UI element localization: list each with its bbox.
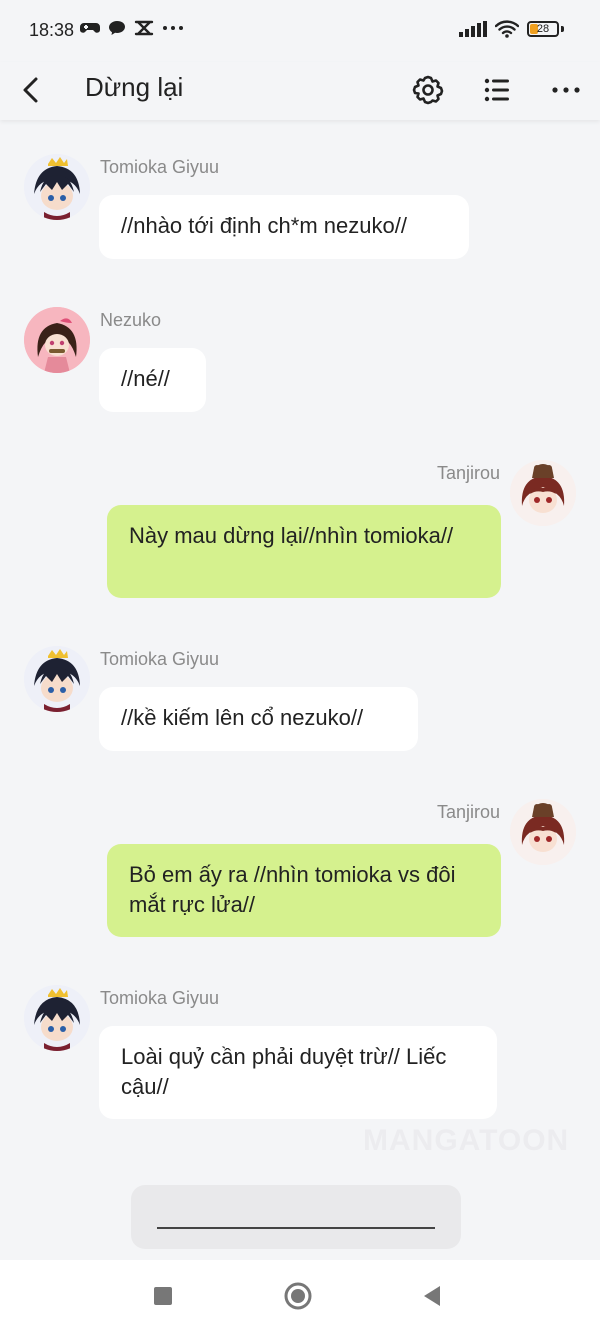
home-circle-icon (284, 1282, 312, 1310)
nezuko-avatar-icon (24, 307, 90, 373)
recents-square-icon (154, 1287, 172, 1305)
sender-name: Tomioka Giyuu (100, 988, 220, 1008)
more-icon (552, 87, 580, 93)
status-bar: 18:38 28 (0, 0, 600, 62)
back-triangle-icon (424, 1286, 440, 1306)
tomioka-avatar-icon (24, 985, 90, 1051)
sender-name: Nezuko (100, 310, 162, 330)
page-title: Dừng lại (85, 72, 184, 102)
avatar-tomioka[interactable] (24, 646, 90, 712)
recents-button[interactable] (145, 1278, 181, 1314)
reply-input[interactable] (131, 1185, 461, 1249)
list-icon (484, 78, 509, 102)
signal-icon (459, 21, 487, 37)
tanjirou-avatar-icon (510, 799, 576, 865)
battery-tip (561, 26, 564, 32)
avatar-tanjirou[interactable] (510, 460, 576, 526)
avatar-tomioka[interactable] (24, 154, 90, 220)
avatar-tomioka[interactable] (24, 985, 90, 1051)
message-bubble: Loài quỷ cần phải duyệt trừ// Liếc cậu// (99, 1026, 497, 1119)
input-underline (157, 1227, 435, 1229)
chat-bubble-icon (109, 21, 125, 35)
gear-icon (412, 75, 444, 105)
more-button[interactable] (548, 72, 584, 108)
system-nav-bar (0, 1260, 600, 1333)
sender-name: Tomioka Giyuu (100, 157, 220, 177)
sender-name: Tanjirou (436, 802, 500, 822)
message-bubble: //kề kiếm lên cổ nezuko// (99, 687, 418, 751)
back-button[interactable] (14, 72, 50, 108)
message-bubble: Này mau dừng lại//nhìn tomioka// (107, 505, 501, 598)
more-dots-icon (163, 26, 183, 30)
status-left-icons (80, 20, 184, 36)
watermark: MANGATOON (363, 1124, 570, 1157)
avatar-tanjirou[interactable] (510, 799, 576, 865)
battery-level: 28 (536, 23, 550, 35)
tomioka-avatar-icon (24, 646, 90, 712)
back-icon (23, 77, 38, 103)
tomioka-avatar-icon (24, 154, 90, 220)
chat-header: Dừng lại (0, 62, 600, 120)
settings-button[interactable] (410, 72, 446, 108)
game-controller-icon (80, 23, 100, 33)
message-bubble: Bỏ em ấy ra //nhìn tomioka vs đôi mắt rự… (107, 844, 501, 937)
sender-name: Tanjirou (436, 463, 500, 483)
home-button[interactable] (280, 1278, 316, 1314)
sender-name: Tomioka Giyuu (100, 649, 220, 669)
tanjirou-avatar-icon (510, 460, 576, 526)
status-right-icons: 28 (459, 20, 564, 38)
message-bubble: //né// (99, 348, 206, 412)
avatar-nezuko[interactable] (24, 307, 90, 373)
wifi-icon (495, 20, 519, 38)
battery-icon: 28 (527, 21, 559, 37)
message-bubble: //nhào tới định ch*m nezuko// (99, 195, 469, 259)
chapter-list-button[interactable] (479, 72, 515, 108)
capcut-icon (134, 20, 154, 36)
status-time: 18:38 (29, 20, 75, 40)
nav-back-button[interactable] (414, 1278, 450, 1314)
